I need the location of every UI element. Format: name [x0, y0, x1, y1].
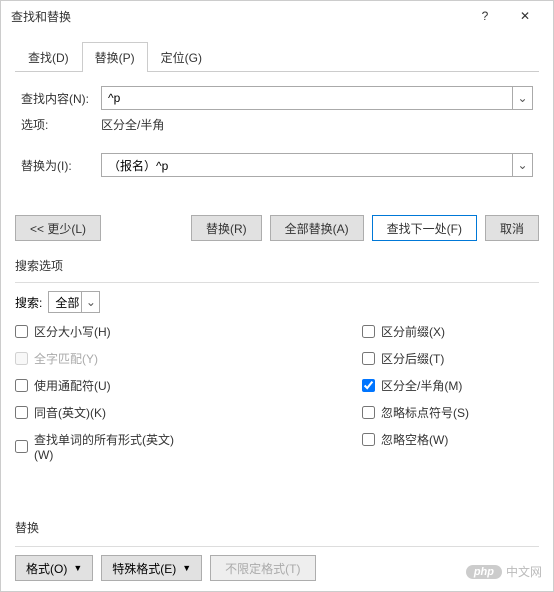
chevron-down-icon: ⌄: [517, 91, 527, 105]
window-title: 查找和替换: [11, 8, 465, 25]
close-button[interactable]: ✕: [505, 2, 545, 30]
no-format-button: 不限定格式(T): [210, 555, 315, 581]
full-half-label: 区分全/半角(M): [381, 377, 462, 394]
chevron-down-icon: ⌄: [517, 158, 527, 172]
find-next-button[interactable]: 查找下一处(F): [372, 215, 477, 241]
cancel-button[interactable]: 取消: [485, 215, 539, 241]
sounds-like-checkbox[interactable]: 同音(英文)(K): [15, 404, 192, 421]
suffix-checkbox[interactable]: 区分后缀(T): [362, 350, 444, 367]
tab-find[interactable]: 查找(D): [15, 42, 82, 72]
word-forms-label: 查找单词的所有形式(英文)(W): [34, 431, 192, 462]
tab-replace-label: 替换(P): [95, 51, 135, 65]
replace-all-button[interactable]: 全部替换(A): [270, 215, 364, 241]
search-direction-dropdown[interactable]: ⌄: [81, 292, 99, 312]
triangle-down-icon: ▼: [182, 563, 191, 573]
options-value: 区分全/半角: [101, 116, 164, 133]
format-dropdown[interactable]: 格式(O) ▼: [15, 555, 93, 581]
suffix-label: 区分后缀(T): [381, 350, 444, 367]
replace-button[interactable]: 替换(R): [191, 215, 262, 241]
find-label: 查找内容(N):: [21, 90, 93, 107]
tab-goto[interactable]: 定位(G): [148, 42, 215, 72]
prefix-checkbox[interactable]: 区分前缀(X): [362, 323, 445, 340]
ignore-punct-checkbox[interactable]: 忽略标点符号(S): [362, 404, 469, 421]
special-label: 特殊格式(E): [112, 560, 176, 577]
tab-find-label: 查找(D): [28, 51, 69, 65]
tab-bar: 查找(D) 替换(P) 定位(G): [15, 41, 539, 72]
triangle-down-icon: ▼: [73, 563, 82, 573]
prefix-label: 区分前缀(X): [381, 323, 445, 340]
whole-word-label: 全字匹配(Y): [34, 350, 98, 367]
word-forms-checkbox[interactable]: 查找单词的所有形式(英文)(W): [15, 431, 192, 462]
ignore-punct-label: 忽略标点符号(S): [381, 404, 469, 421]
match-case-label: 区分大小写(H): [34, 323, 111, 340]
tab-replace[interactable]: 替换(P): [82, 42, 148, 72]
bottom-section-label: 替换: [15, 519, 539, 536]
find-dropdown-button[interactable]: ⌄: [512, 87, 532, 109]
less-button[interactable]: << 更少(L): [15, 215, 101, 241]
special-dropdown[interactable]: 特殊格式(E) ▼: [101, 555, 202, 581]
sounds-like-label: 同音(英文)(K): [34, 404, 106, 421]
full-half-checkbox[interactable]: 区分全/半角(M): [362, 377, 462, 394]
find-input[interactable]: [101, 86, 533, 110]
search-direction-label: 搜索:: [15, 294, 42, 311]
tab-goto-label: 定位(G): [161, 51, 202, 65]
search-options-title: 搜索选项: [15, 257, 539, 274]
ignore-space-label: 忽略空格(W): [381, 431, 448, 448]
options-label: 选项:: [21, 116, 93, 133]
whole-word-checkbox: 全字匹配(Y): [15, 350, 192, 367]
replace-input[interactable]: [101, 153, 533, 177]
chevron-down-icon: ⌄: [86, 295, 96, 309]
help-button[interactable]: ?: [465, 2, 505, 30]
close-icon: ✕: [520, 9, 530, 23]
wildcards-label: 使用通配符(U): [34, 377, 111, 394]
match-case-checkbox[interactable]: 区分大小写(H): [15, 323, 192, 340]
replace-dropdown-button[interactable]: ⌄: [512, 154, 532, 176]
help-icon: ?: [482, 9, 489, 23]
replace-label: 替换为(I):: [21, 157, 93, 174]
format-label: 格式(O): [26, 560, 67, 577]
wildcards-checkbox[interactable]: 使用通配符(U): [15, 377, 192, 394]
ignore-space-checkbox[interactable]: 忽略空格(W): [362, 431, 448, 448]
